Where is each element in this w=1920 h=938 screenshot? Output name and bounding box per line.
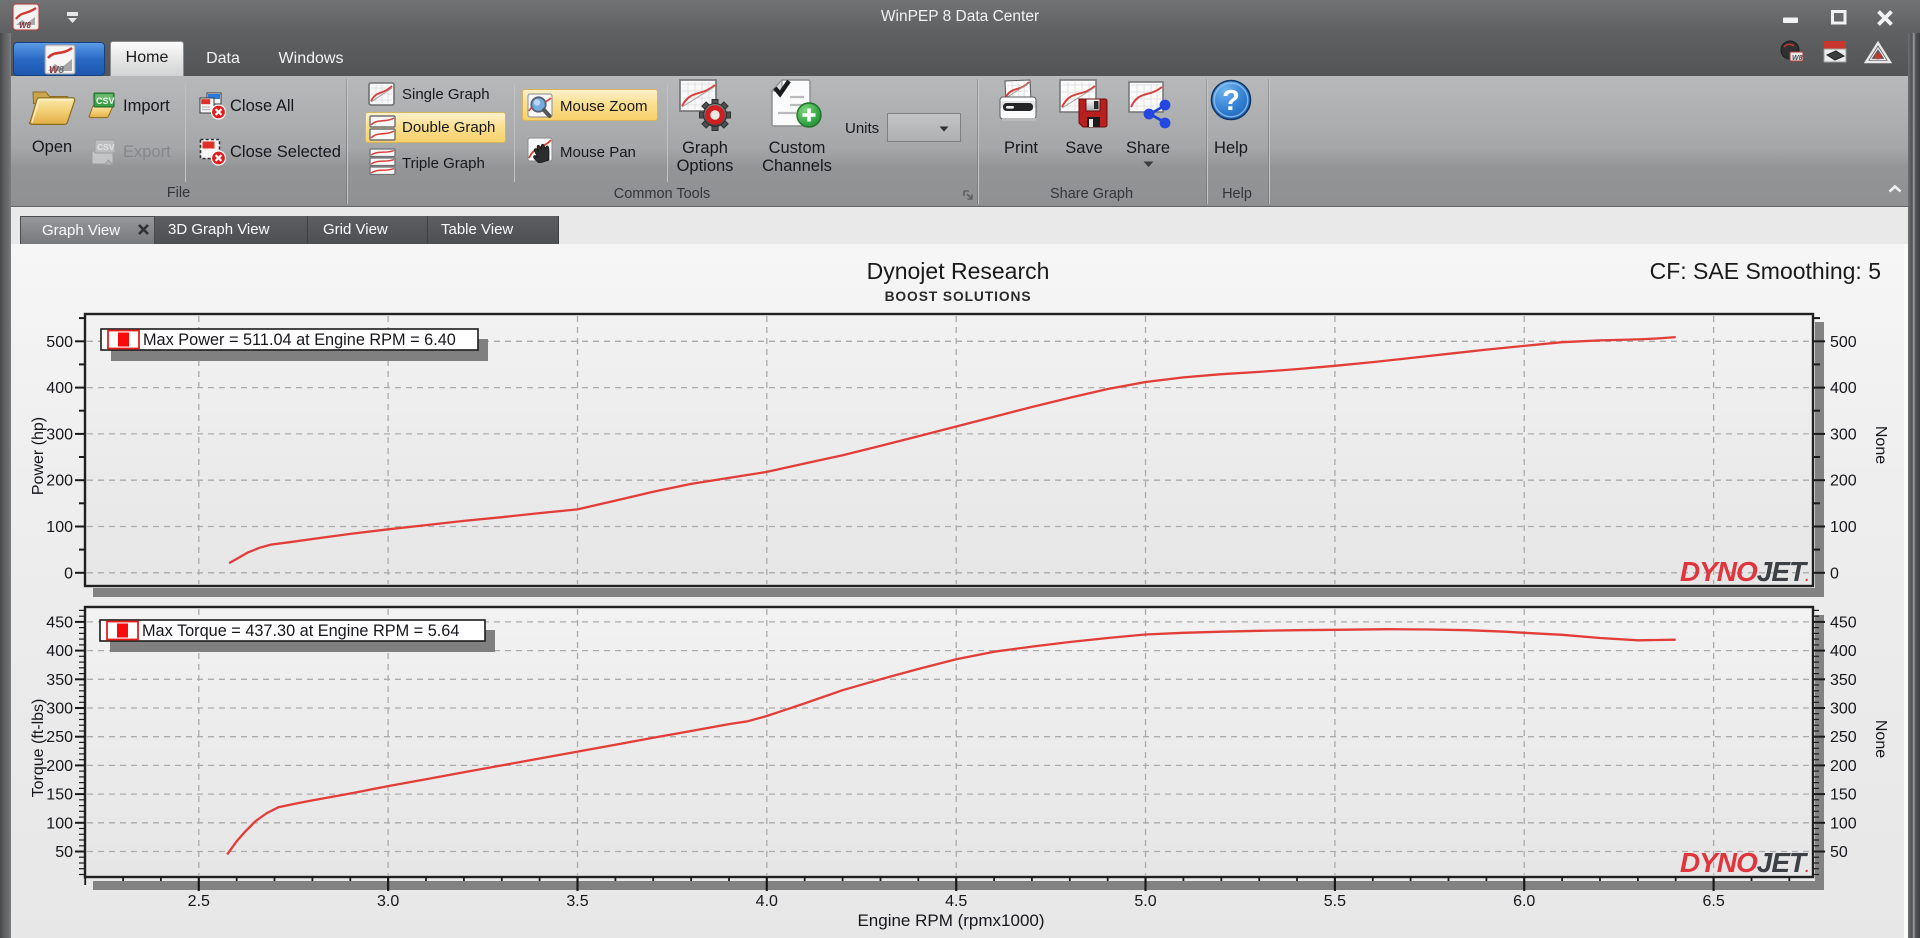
- svg-text:200: 200: [46, 758, 73, 775]
- svg-text:400: 400: [46, 380, 73, 397]
- svg-text:350: 350: [1830, 672, 1857, 689]
- svg-text:300: 300: [46, 701, 73, 718]
- svg-text:Max Power = 511.04 at Engine R: Max Power = 511.04 at Engine RPM = 6.40: [143, 331, 456, 349]
- svg-text:300: 300: [1830, 426, 1857, 443]
- svg-text:50: 50: [1830, 844, 1848, 861]
- svg-text:150: 150: [46, 787, 73, 804]
- svg-text:2.5: 2.5: [188, 893, 210, 910]
- svg-text:4.5: 4.5: [945, 893, 967, 910]
- svg-text:Engine RPM (rpmx1000): Engine RPM (rpmx1000): [857, 911, 1044, 930]
- svg-text:500: 500: [1830, 334, 1857, 351]
- svg-text:450: 450: [46, 614, 73, 631]
- svg-text:3.5: 3.5: [566, 893, 588, 910]
- svg-text:100: 100: [46, 519, 73, 536]
- svg-text:250: 250: [1830, 729, 1857, 746]
- svg-text:Dynojet Research: Dynojet Research: [867, 258, 1050, 284]
- svg-text:5.5: 5.5: [1324, 893, 1346, 910]
- svg-text:0: 0: [1830, 565, 1839, 582]
- svg-text:100: 100: [46, 815, 73, 832]
- svg-text:400: 400: [1830, 643, 1857, 660]
- svg-text:200: 200: [1830, 758, 1857, 775]
- svg-text:400: 400: [1830, 380, 1857, 397]
- svg-text:BOOST SOLUTIONS: BOOST SOLUTIONS: [885, 289, 1032, 304]
- svg-text:CF: SAE Smoothing: 5: CF: SAE Smoothing: 5: [1650, 258, 1881, 284]
- svg-text:300: 300: [1830, 701, 1857, 718]
- svg-text:50: 50: [55, 844, 73, 861]
- svg-text:300: 300: [46, 426, 73, 443]
- svg-text:Max Torque = 437.30 at Engine: Max Torque = 437.30 at Engine RPM = 5.64: [142, 622, 459, 640]
- svg-text:350: 350: [46, 672, 73, 689]
- svg-text:100: 100: [1830, 815, 1857, 832]
- svg-text:200: 200: [1830, 473, 1857, 490]
- svg-text:6.5: 6.5: [1702, 893, 1724, 910]
- svg-text:400: 400: [46, 643, 73, 660]
- svg-text:DYNOJET.: DYNOJET.: [1680, 556, 1809, 587]
- svg-text:500: 500: [46, 334, 73, 351]
- svg-text:Torque (ft-lbs): Torque (ft-lbs): [30, 699, 47, 798]
- svg-text:450: 450: [1830, 614, 1857, 631]
- svg-text:250: 250: [46, 729, 73, 746]
- svg-text:None: None: [1872, 426, 1889, 464]
- svg-text:150: 150: [1830, 787, 1857, 804]
- svg-text:0: 0: [64, 565, 73, 582]
- svg-text:DYNOJET.: DYNOJET.: [1680, 847, 1809, 878]
- svg-text:None: None: [1872, 720, 1889, 758]
- svg-text:100: 100: [1830, 519, 1857, 536]
- svg-text:4.0: 4.0: [756, 893, 778, 910]
- svg-text:200: 200: [46, 473, 73, 490]
- svg-text:6.0: 6.0: [1513, 893, 1535, 910]
- svg-text:3.0: 3.0: [377, 893, 399, 910]
- svg-text:5.0: 5.0: [1134, 893, 1156, 910]
- svg-text:Power (hp): Power (hp): [30, 417, 47, 495]
